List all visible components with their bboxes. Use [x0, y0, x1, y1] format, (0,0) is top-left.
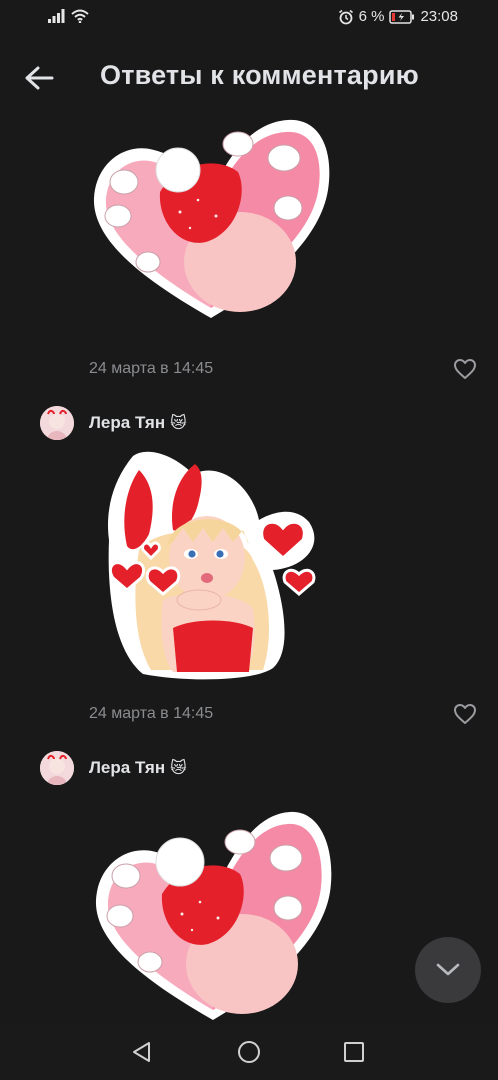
nav-recents-button[interactable]: [340, 1038, 368, 1066]
chevron-down-icon: [436, 963, 460, 976]
like-icon[interactable]: [453, 358, 477, 380]
triangle-back-icon: [133, 1042, 150, 1062]
square-recents-icon: [344, 1042, 364, 1062]
comment-timestamp: 24 марта в 14:45: [89, 705, 214, 722]
sticker-heart-bunnies: [93, 119, 330, 318]
wifi-icon: [71, 9, 89, 23]
scroll-down-button[interactable]: [415, 937, 481, 1003]
status-left: [48, 9, 89, 23]
nav-back-button[interactable]: [128, 1038, 156, 1066]
circle-home-icon: [238, 1041, 260, 1063]
avatar[interactable]: [40, 751, 74, 785]
status-right: 6 % 23:08: [338, 8, 458, 25]
page-title: Ответы к комментарию: [100, 60, 419, 90]
avatar[interactable]: [40, 406, 74, 440]
author-name[interactable]: Лера Тян: [89, 413, 165, 433]
battery-icon: [389, 9, 415, 24]
arrow-left-icon: [25, 66, 54, 90]
author-emoji: 😿: [170, 415, 187, 432]
header: Ответы к комментарию: [0, 44, 498, 110]
author-emoji: 😿: [170, 760, 187, 777]
comment-author: Лера Тян 😿: [40, 751, 187, 785]
sticker-bunny-girl: [108, 451, 316, 680]
sticker-heart-bunnies: [95, 811, 332, 1020]
author-name[interactable]: Лера Тян: [89, 758, 165, 778]
system-nav-bar: [0, 1024, 498, 1080]
back-button[interactable]: [22, 61, 56, 95]
comment-timestamp: 24 марта в 14:45: [89, 360, 214, 377]
battery-percent: 6 %: [358, 8, 385, 25]
clock: 23:08: [420, 8, 458, 25]
signal-icon: [48, 9, 65, 23]
comment-author: Лера Тян 😿: [40, 406, 187, 440]
status-bar: 6 % 23:08: [0, 0, 498, 38]
nav-home-button[interactable]: [235, 1038, 263, 1066]
alarm-icon: [338, 9, 353, 24]
like-icon[interactable]: [453, 703, 477, 725]
